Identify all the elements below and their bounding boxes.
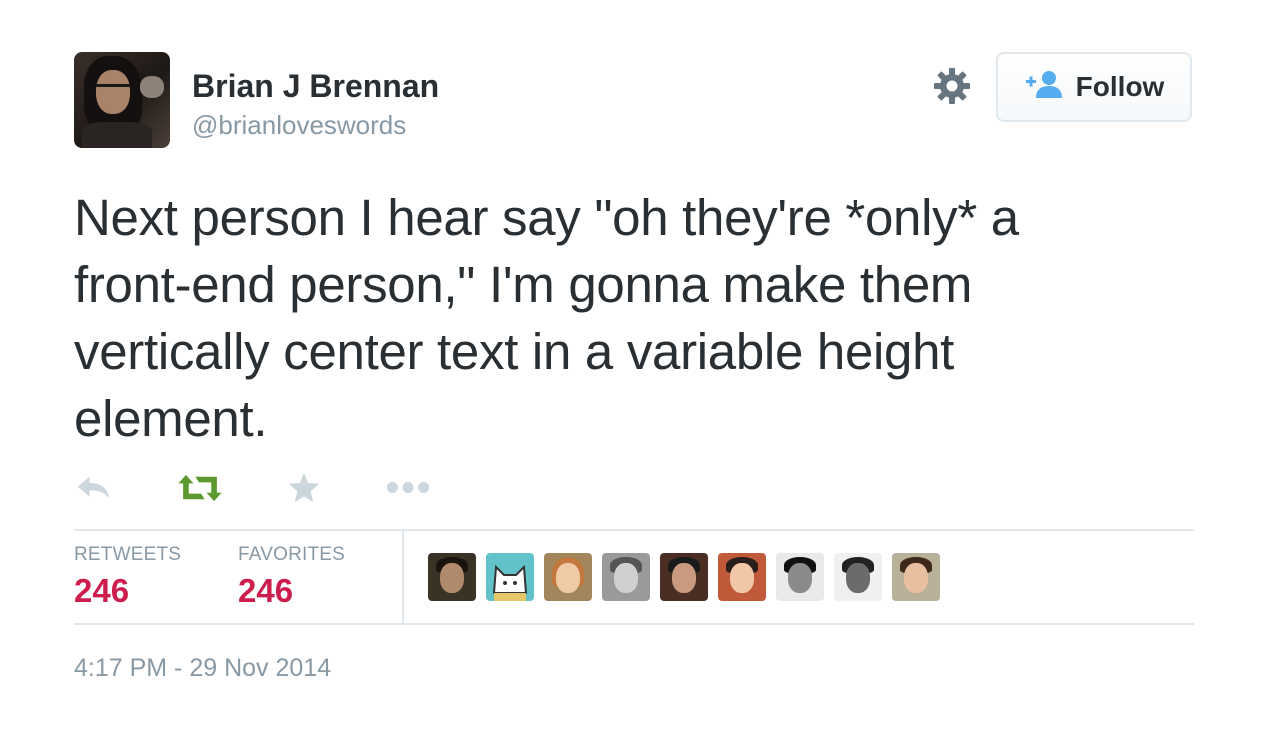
- user-avatar[interactable]: [74, 52, 170, 148]
- user-display-name[interactable]: Brian J Brennan: [192, 68, 439, 105]
- favorites-label: FAVORITES: [238, 544, 346, 565]
- engaged-users-avatars: [428, 553, 940, 601]
- reply-button[interactable]: [74, 470, 114, 510]
- favorite-button[interactable]: [284, 470, 324, 510]
- user-handle[interactable]: @brianloveswords: [192, 110, 406, 141]
- follow-button-label: Follow: [1075, 71, 1165, 102]
- engaged-user-avatar[interactable]: [602, 553, 650, 601]
- retweets-count: 246: [74, 572, 130, 609]
- follow-user-icon: [1024, 69, 1064, 106]
- retweet-button[interactable]: [176, 470, 224, 510]
- engaged-user-avatar[interactable]: [776, 553, 824, 601]
- engaged-user-avatar[interactable]: [834, 553, 882, 601]
- stats-divider-top: [74, 529, 1194, 531]
- star-icon: [287, 472, 321, 509]
- avatar-glasses: [96, 84, 130, 95]
- ellipsis-icon: [386, 481, 430, 499]
- engaged-user-avatar[interactable]: [428, 553, 476, 601]
- engaged-user-avatar[interactable]: [486, 553, 534, 601]
- engaged-user-avatar[interactable]: [660, 553, 708, 601]
- favorites-count: 246: [238, 572, 294, 609]
- avatar-cat: [140, 76, 164, 98]
- avatar-shirt: [82, 122, 152, 148]
- engaged-user-avatar[interactable]: [718, 553, 766, 601]
- stats-divider-vertical: [402, 531, 404, 623]
- tweet-text: Next person I hear say "oh they're *only…: [74, 189, 1019, 447]
- reply-icon: [76, 474, 112, 506]
- engaged-user-avatar[interactable]: [544, 553, 592, 601]
- engaged-user-avatar[interactable]: [892, 553, 940, 601]
- cat-cartoon-icon: [492, 564, 528, 601]
- more-button[interactable]: [384, 470, 432, 510]
- retweet-icon: [177, 473, 223, 508]
- stats-divider-bottom: [74, 623, 1194, 625]
- retweets-label: RETWEETS: [74, 544, 182, 565]
- gear-icon[interactable]: [932, 66, 972, 106]
- tweet-timestamp[interactable]: 4:17 PM - 29 Nov 2014: [74, 654, 331, 683]
- retweets-stat[interactable]: RETWEETS 246: [74, 544, 181, 610]
- favorites-stat[interactable]: FAVORITES 246: [238, 544, 345, 610]
- follow-button[interactable]: Follow: [996, 52, 1192, 122]
